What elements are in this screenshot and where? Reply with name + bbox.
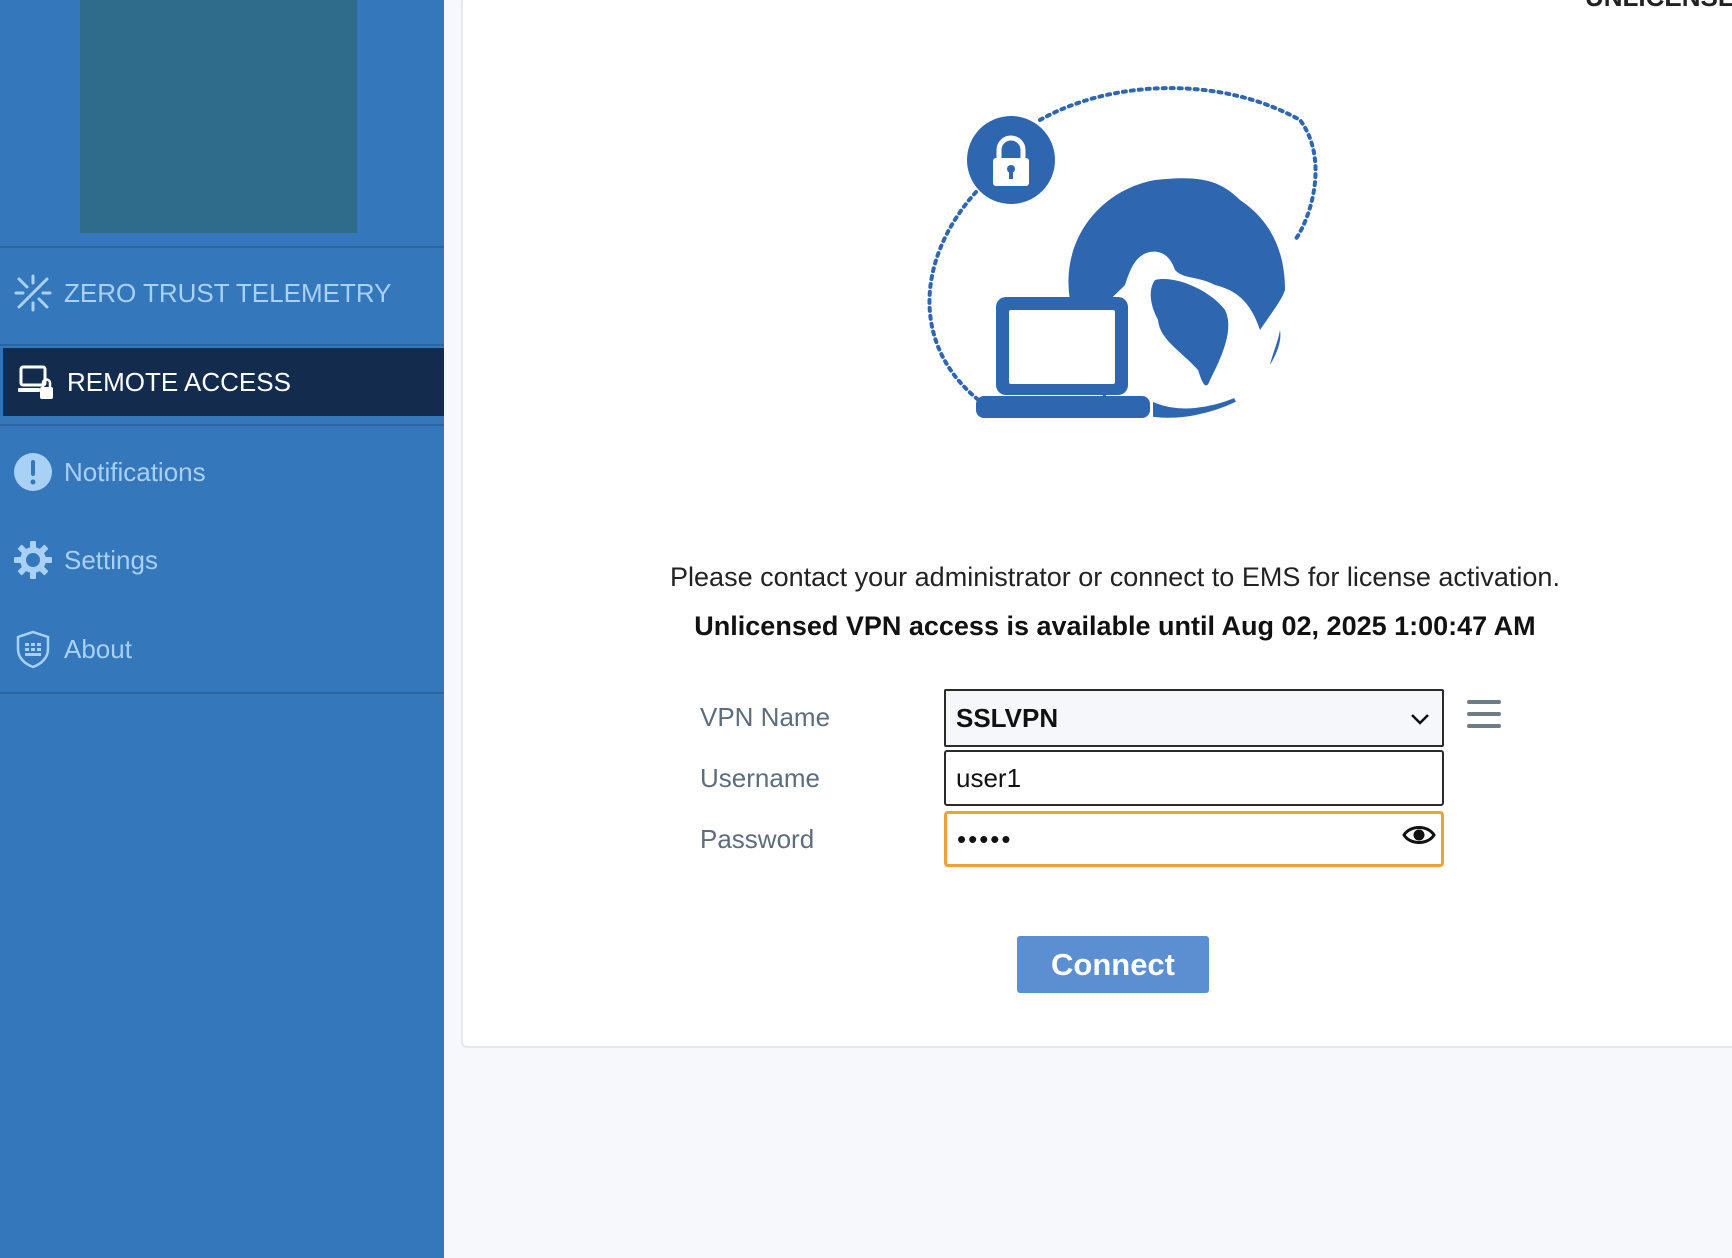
vpn-name-label: VPN Name xyxy=(700,702,831,732)
divider xyxy=(0,692,444,694)
gear-icon xyxy=(12,539,54,581)
telemetry-icon xyxy=(12,272,54,314)
vpn-name-value: SSLVPN xyxy=(956,702,1059,733)
shield-info-icon xyxy=(12,628,54,670)
sidebar-item-zero-trust-telemetry[interactable]: ZERO TRUST TELEMETRY xyxy=(0,259,444,327)
sidebar-item-label: ZERO TRUST TELEMETRY xyxy=(64,277,392,308)
exclamation-icon xyxy=(12,451,54,493)
divider xyxy=(0,246,444,248)
divider xyxy=(0,424,444,426)
divider xyxy=(0,344,444,346)
sidebar-item-remote-access[interactable]: REMOTE ACCESS xyxy=(0,348,444,416)
username-input[interactable] xyxy=(944,750,1444,806)
eye-icon[interactable] xyxy=(1402,822,1436,848)
logo-placeholder xyxy=(80,0,357,233)
sidebar-item-settings[interactable]: Settings xyxy=(0,526,444,594)
vpn-name-select[interactable]: SSLVPN xyxy=(944,689,1444,747)
password-label: Password xyxy=(700,824,815,854)
sidebar-item-label: Notifications xyxy=(64,456,206,487)
sidebar-item-label: REMOTE ACCESS xyxy=(67,366,291,397)
vpn-globe-illustration xyxy=(927,86,1318,418)
vpn-menu-icon[interactable] xyxy=(1464,700,1504,734)
sidebar-item-label: Settings xyxy=(64,544,158,575)
password-input[interactable] xyxy=(944,811,1444,867)
license-message: Please contact your administrator or con… xyxy=(670,562,1560,592)
sidebar-item-label: About xyxy=(64,633,132,664)
license-expiry-notice: Unlicensed VPN access is available until… xyxy=(694,611,1536,641)
chevron-down-icon xyxy=(1411,714,1429,725)
sidebar-item-about[interactable]: About xyxy=(0,615,444,683)
username-label: Username xyxy=(700,763,820,793)
license-status-text: UNLICENSED xyxy=(1585,0,1732,13)
connect-button[interactable]: Connect xyxy=(1017,936,1209,993)
remote-access-icon xyxy=(15,361,57,403)
sidebar: ZERO TRUST TELEMETRY REMOTE ACCESS Notif… xyxy=(0,0,444,1258)
sidebar-item-notifications[interactable]: Notifications xyxy=(0,438,444,506)
